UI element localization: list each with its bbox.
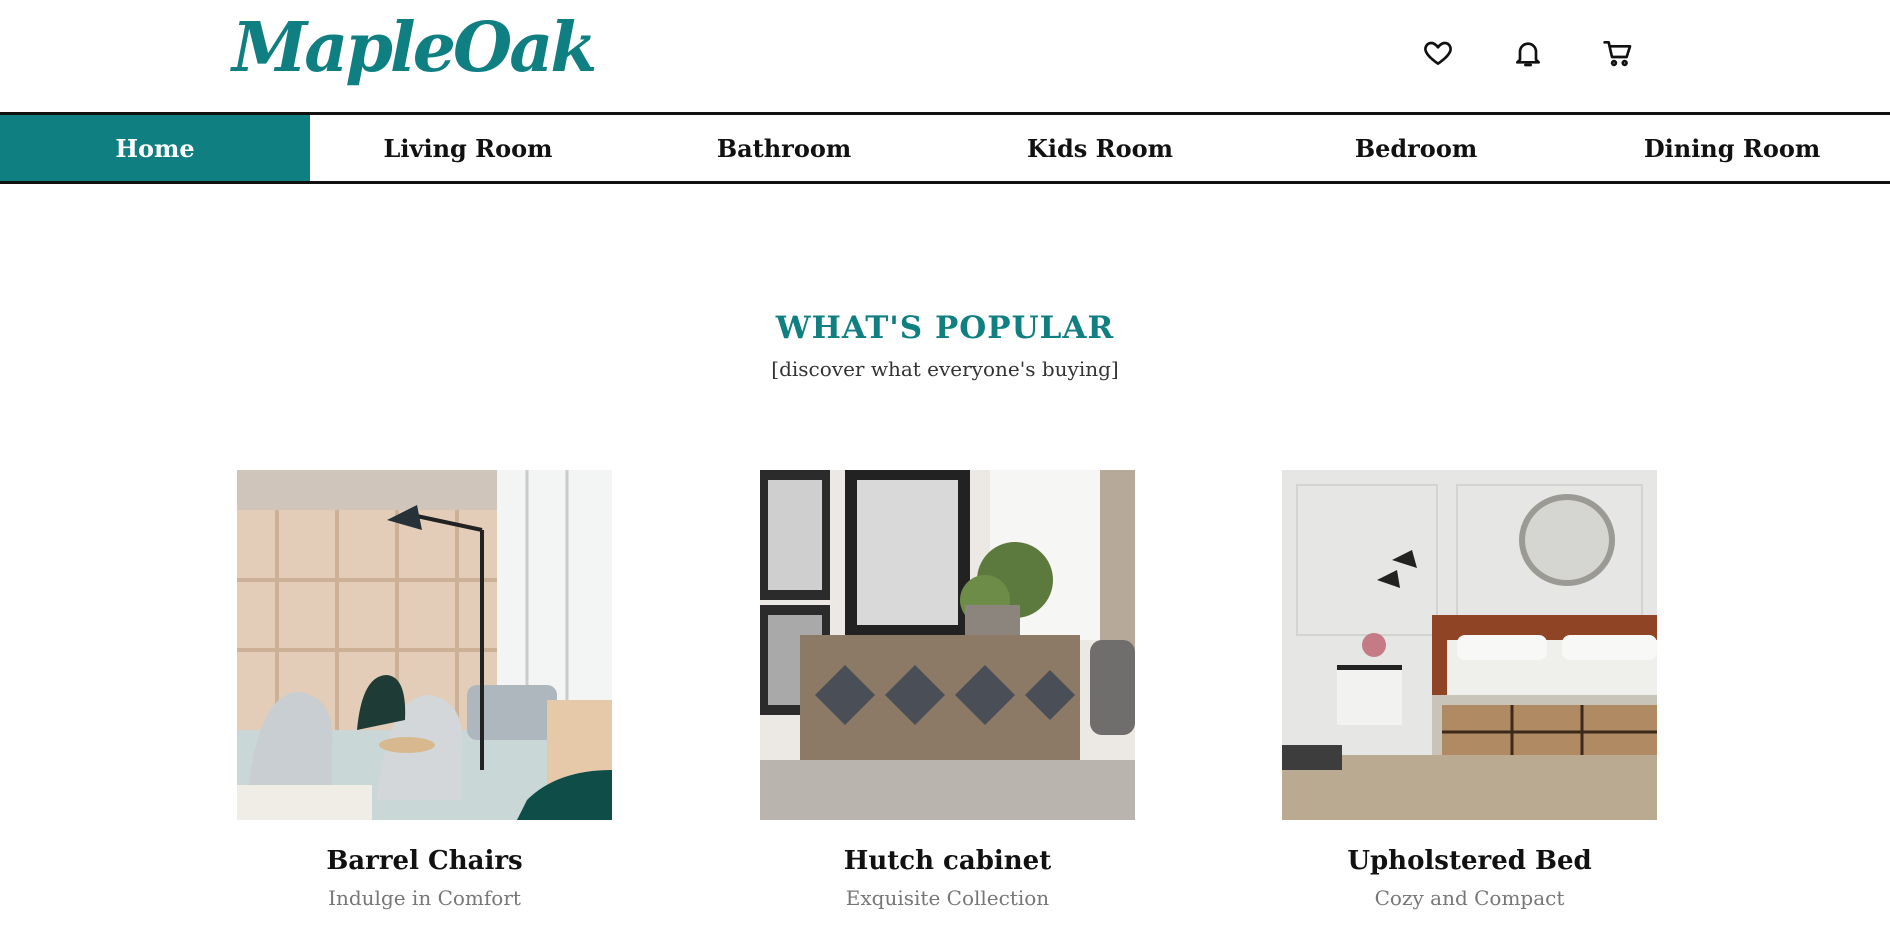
section-title: WHAT'S POPULAR — [775, 310, 1115, 346]
product-subtitle: Cozy and Compact — [1374, 886, 1565, 910]
product-card[interactable]: Upholstered Bed Cozy and Compact — [1282, 470, 1657, 910]
nav-item-dining-room[interactable]: Dining Room — [1574, 115, 1890, 181]
product-image-upholstered-bed[interactable] — [1282, 470, 1657, 820]
nav-item-home[interactable]: Home — [0, 115, 311, 181]
nav-item-kids-room[interactable]: Kids Room — [942, 115, 1258, 181]
site-header: MapleOak — [0, 0, 1890, 112]
product-title[interactable]: Hutch cabinet — [760, 846, 1135, 876]
product-subtitle: Exquisite Collection — [845, 886, 1050, 910]
category-nav: Home Living Room Bathroom Kids Room Bedr… — [0, 112, 1890, 184]
section-subtitle: [discover what everyone's buying] — [771, 357, 1119, 381]
heart-icon[interactable] — [1418, 33, 1458, 73]
product-title[interactable]: Barrel Chairs — [237, 846, 612, 876]
bell-icon[interactable] — [1508, 33, 1548, 73]
logo[interactable]: MapleOak — [232, 2, 597, 94]
nav-item-bedroom[interactable]: Bedroom — [1258, 115, 1574, 181]
product-image-hutch-cabinet[interactable] — [760, 470, 1135, 820]
product-title[interactable]: Upholstered Bed — [1282, 846, 1657, 876]
cart-icon[interactable] — [1598, 33, 1638, 73]
product-card[interactable]: Barrel Chairs Indulge in Comfort — [237, 470, 612, 910]
nav-item-bathroom[interactable]: Bathroom — [626, 115, 942, 181]
product-image-barrel-chairs[interactable] — [237, 470, 612, 820]
nav-item-living-room[interactable]: Living Room — [310, 115, 626, 181]
product-card[interactable]: Hutch cabinet Exquisite Collection — [760, 470, 1135, 910]
product-subtitle: Indulge in Comfort — [328, 886, 521, 910]
